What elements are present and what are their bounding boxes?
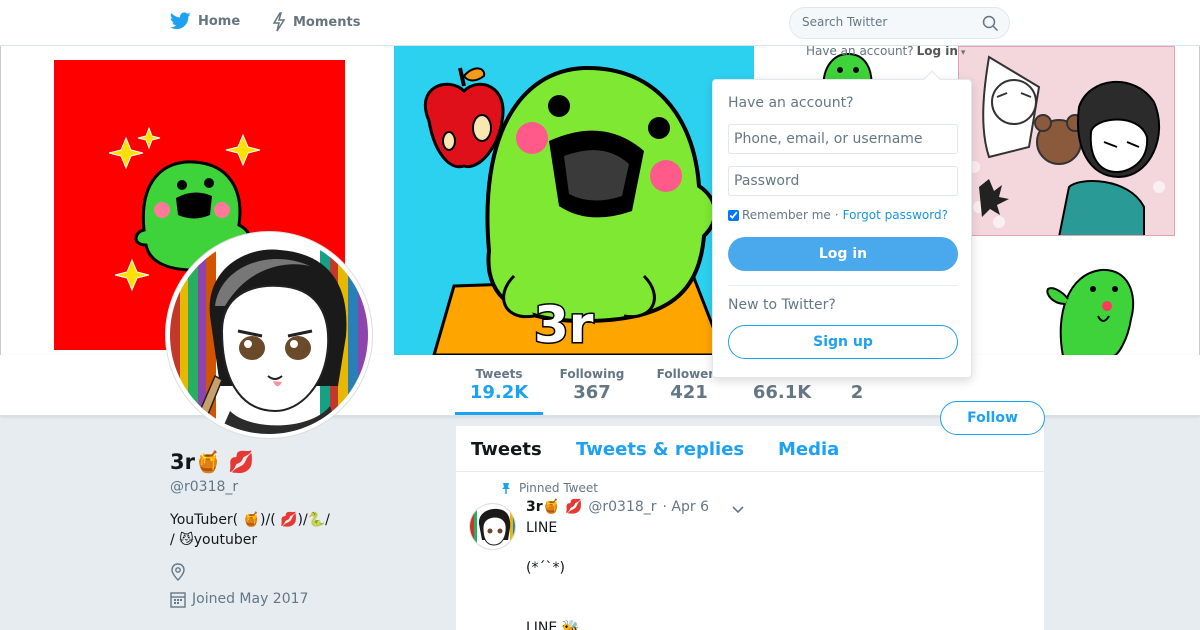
follow-button[interactable]: Follow — [940, 401, 1045, 435]
tab-tweets-replies[interactable]: Tweets & replies — [576, 439, 744, 460]
bio-line: / 😼youtuber — [170, 532, 258, 548]
nav-home[interactable]: Home — [170, 12, 240, 30]
profile-joined: Joined May 2017 — [170, 590, 308, 608]
twitter-bird-icon — [170, 12, 191, 30]
banner-art-text: 3r — [534, 296, 594, 354]
have-account-text: Have an account? — [806, 46, 914, 58]
stat-label: Following — [559, 367, 625, 381]
search-input[interactable] — [802, 15, 972, 29]
profile-location — [170, 563, 192, 581]
banner-art-green-bottom — [1046, 268, 1135, 355]
have-account-prompt: Have an account? Log in ▾ — [806, 46, 965, 58]
forgot-password-link[interactable]: Forgot password? — [843, 208, 948, 222]
pinned-indicator: Pinned Tweet — [501, 481, 598, 495]
nav-moments[interactable]: Moments — [272, 12, 360, 32]
nav-home-label: Home — [198, 13, 241, 29]
location-pin-icon — [171, 563, 185, 581]
stat-value: 421 — [670, 382, 708, 403]
top-nav-bar: Home Moments — [0, 0, 1200, 46]
tweet-line — [526, 538, 579, 558]
username-field[interactable] — [728, 124, 958, 154]
password-field[interactable] — [728, 166, 958, 196]
tab-media[interactable]: Media — [778, 439, 839, 460]
stat-value: 2 — [850, 382, 864, 403]
profile-name[interactable]: 3r🍯 💋 — [170, 450, 255, 475]
login-header: Have an account? — [728, 95, 854, 111]
stat-value: 367 — [573, 382, 611, 403]
banner-login-link[interactable]: Log in — [917, 46, 958, 58]
tweet-line: LINE — [526, 520, 558, 536]
stat-value: 19.2K — [469, 382, 529, 403]
tab-tweets[interactable]: Tweets — [471, 439, 542, 460]
profile-bio: YouTuber( 🍯)/( 💋)/🐍/ / 😼youtuber — [170, 510, 430, 550]
tweet-date[interactable]: · Apr 6 — [663, 499, 709, 515]
bio-line: YouTuber( 🍯)/( 💋)/🐍/ — [170, 512, 330, 528]
stat-label: Tweets — [475, 367, 523, 381]
timeline: Tweets Tweets & replies Media Pinned Twe… — [456, 426, 1044, 630]
tweet-avatar[interactable] — [469, 503, 516, 550]
calendar-icon — [170, 592, 186, 608]
tweet-line: (*´`*) — [526, 560, 565, 576]
login-button[interactable]: Log in — [728, 237, 958, 271]
remember-row: Remember me · Forgot password? — [728, 208, 948, 222]
banner-art-main: 3r — [394, 46, 754, 355]
tweet-text: LINE (*´`*) LINE 🐝 — [526, 518, 579, 630]
banner-art-manga — [958, 46, 1175, 236]
remember-label[interactable]: Remember me — [742, 208, 831, 222]
nav-moments-label: Moments — [293, 14, 361, 30]
profile-handle[interactable]: @r0318_r — [170, 479, 238, 495]
caret-down-icon[interactable]: ▾ — [958, 48, 966, 58]
stat-following[interactable]: Following 367 — [555, 367, 629, 403]
new-to-twitter-label: New to Twitter? — [728, 297, 836, 313]
lightning-icon — [272, 12, 286, 32]
tweet-line: LINE 🐝 — [526, 620, 580, 630]
tweet-line — [526, 578, 579, 598]
joined-text: Joined May 2017 — [192, 591, 309, 607]
search-icon[interactable] — [982, 15, 999, 32]
search-box[interactable] — [789, 7, 1010, 39]
tweet-author-handle[interactable]: @r0318_r — [588, 499, 656, 515]
tweet-header: 3r🍯 💋 @r0318_r · Apr 6 — [526, 499, 709, 515]
stat-tweets[interactable]: Tweets 19.2K — [455, 367, 543, 415]
chevron-down-icon[interactable] — [731, 502, 745, 516]
signup-button[interactable]: Sign up — [728, 325, 958, 359]
pinned-label: Pinned Tweet — [519, 481, 598, 495]
separator: · — [834, 208, 839, 222]
stat-value: 66.1K — [752, 382, 812, 403]
login-dropdown: Have an account? Remember me · Forgot pa… — [712, 70, 972, 378]
pin-icon — [502, 482, 510, 494]
tweet-author-name[interactable]: 3r🍯 💋 — [526, 499, 582, 515]
divider — [728, 285, 958, 286]
profile-avatar[interactable] — [166, 232, 372, 438]
tweet-line — [526, 598, 579, 618]
remember-checkbox[interactable] — [728, 209, 739, 221]
